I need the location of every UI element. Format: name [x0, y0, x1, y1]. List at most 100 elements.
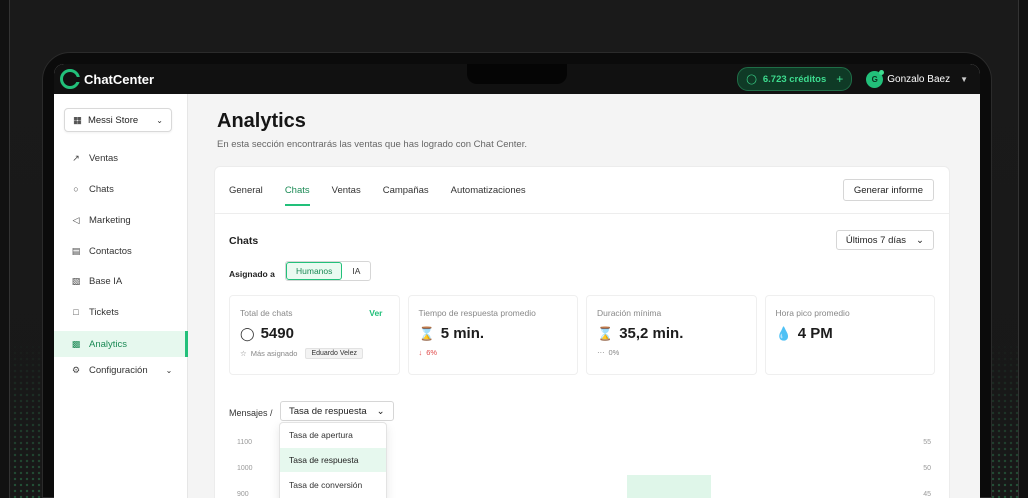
tabs-divider	[215, 213, 949, 214]
chatcenter-logo-icon	[60, 69, 80, 89]
chevron-down-icon: ⌄	[165, 365, 173, 375]
date-range-select[interactable]: Últimos 7 días ⌄	[835, 230, 934, 250]
store-name: Messi Store	[87, 114, 139, 126]
kpi-label: Duración mínima	[597, 308, 662, 318]
tab-chats[interactable]: Chats	[284, 185, 310, 206]
brand-name: ChatCenter	[84, 71, 155, 87]
metric-select-value: Tasa de respuesta	[289, 405, 367, 417]
hourglass-icon: ⌛	[418, 325, 435, 341]
assigned-label: Asignado a	[229, 269, 275, 279]
kpi-label: Tiempo de respuesta promedio	[418, 308, 536, 318]
avatar: G	[866, 69, 885, 88]
page-title: Analytics	[217, 110, 306, 132]
store-icon: ▦	[73, 114, 82, 126]
chevron-down-icon: ⌄	[916, 234, 924, 246]
metric-dropdown: Tasa de apertura Tasa de respuesta Tasa …	[279, 422, 387, 498]
kpi-foot: ☆ Más asignado Eduardo Velez	[240, 348, 389, 359]
sidebar-item-ventas[interactable]: ↗ Ventas	[54, 145, 188, 171]
y-tick-right: 45	[923, 491, 931, 498]
store-selector[interactable]: ▦ Messi Store ⌄	[64, 108, 172, 132]
frame-edge-right	[1018, 0, 1028, 498]
kpi-total-chats: Total de chats Ver ◯ 5490 ☆ Más asignado…	[229, 295, 400, 375]
analytics-card: General Chats Ventas Campañas Automatiza…	[214, 166, 950, 498]
sidebar-item-contactos[interactable]: ▤ Contactos	[54, 238, 188, 264]
dropdown-option-apertura[interactable]: Tasa de apertura	[280, 423, 386, 447]
kpi-min-duration: Duración mínima ⌛ 35,2 min. ⋯ 0%	[586, 295, 757, 375]
kpi-peak-hour: Hora pico promedio 💧 4 PM	[764, 295, 935, 375]
camera-notch	[467, 64, 567, 84]
kpi-foot-label: Más asignado	[250, 349, 298, 358]
sidebar-item-label: Ventas	[89, 152, 119, 164]
tab-campanas[interactable]: Campañas	[383, 185, 429, 206]
ticket-icon: □	[73, 307, 79, 317]
y-tick-left: 900	[237, 491, 249, 498]
bar-chart-icon: ▩	[71, 338, 81, 349]
sidebar-item-chats[interactable]: ○ Chats	[54, 176, 188, 202]
dash-icon: ⋯	[597, 348, 605, 357]
sidebar: ▦ Messi Store ⌄ ↗ Ventas ○ Chats ◁ Marke…	[54, 94, 188, 498]
kpi-value-row: ⌛ 5 min.	[419, 325, 568, 342]
sidebar-item-label: Chats	[89, 183, 114, 195]
tab-bar: General Chats Ventas Campañas Automatiza…	[229, 185, 526, 206]
book-icon: ▧	[71, 275, 81, 286]
kpi-label: Hora pico promedio	[775, 308, 850, 318]
top-bar-right: ◯ 6.723 créditos + G Gonzalo Baez ▼	[737, 67, 968, 91]
user-menu[interactable]: G Gonzalo Baez ▼	[866, 69, 968, 88]
dropdown-option-conversion[interactable]: Tasa de conversión	[280, 473, 386, 497]
chat-icon: ○	[73, 184, 79, 194]
section-title: Chats	[229, 235, 259, 247]
sidebar-item-label: Tickets	[89, 306, 119, 318]
kpi-value: 5 min.	[440, 325, 485, 342]
gear-icon: ⚙	[71, 364, 81, 375]
sidebar-item-base-ia[interactable]: ▧ Base IA	[54, 268, 188, 294]
kpi-foot: ↓ 6%	[419, 348, 568, 357]
kpi-value-row: ◯ 5490	[240, 325, 389, 342]
chevron-down-icon: ⌄	[376, 405, 385, 417]
kpi-label: Total de chats	[240, 308, 293, 318]
chat-bubble-icon: ◯	[746, 73, 757, 85]
tab-automatizaciones[interactable]: Automatizaciones	[451, 185, 526, 206]
y-tick-left: 1100	[237, 439, 253, 446]
sidebar-item-label: Configuración	[89, 364, 148, 376]
kpi-foot-label: 0%	[608, 348, 620, 357]
date-range-value: Últimos 7 días	[845, 234, 907, 246]
dropdown-option-respuesta[interactable]: Tasa de respuesta	[280, 448, 386, 472]
trophy-icon: ☆	[240, 349, 247, 358]
generate-report-button[interactable]: Generar informe	[842, 179, 934, 201]
assigned-option-ia[interactable]: IA	[342, 262, 370, 280]
arrow-down-icon: ↓	[418, 348, 423, 357]
credits-label: 6.723 créditos	[762, 73, 827, 85]
messages-label: Mensajes /	[229, 408, 273, 418]
top-agent-tag: Eduardo Velez	[305, 348, 363, 359]
tab-ventas[interactable]: Ventas	[332, 185, 361, 206]
kpi-view-link[interactable]: Ver	[369, 308, 382, 318]
credits-button[interactable]: ◯ 6.723 créditos +	[737, 67, 853, 91]
kpi-value-row: ⌛ 35,2 min.	[597, 325, 746, 342]
plus-icon: +	[836, 72, 844, 86]
contact-card-icon: ▤	[71, 245, 81, 256]
brand[interactable]: ChatCenter	[60, 69, 154, 89]
y-tick-right: 50	[923, 465, 931, 472]
hourglass-icon: ⌛	[597, 325, 614, 341]
flame-icon: 💧	[775, 325, 792, 341]
frame-edge-left	[0, 0, 10, 498]
sidebar-item-configuracion[interactable]: ⚙ Configuración ⌄	[54, 357, 188, 383]
sidebar-item-analytics[interactable]: ▩ Analytics	[54, 331, 188, 357]
kpi-foot-label: 6%	[426, 348, 438, 357]
kpi-value-row: 💧 4 PM	[776, 325, 925, 342]
megaphone-icon: ◁	[72, 214, 80, 225]
sidebar-item-tickets[interactable]: □ Tickets	[54, 299, 188, 325]
sidebar-item-label: Base IA	[89, 275, 123, 287]
assigned-option-humanos[interactable]: Humanos	[286, 262, 343, 280]
metric-select[interactable]: Tasa de respuesta ⌄	[280, 401, 394, 421]
kpi-foot: ⋯ 0%	[597, 348, 746, 357]
sidebar-item-label: Contactos	[89, 245, 132, 257]
sidebar-item-marketing[interactable]: ◁ Marketing	[54, 207, 188, 233]
tab-general[interactable]: General	[229, 185, 263, 206]
kpi-value: 4 PM	[797, 325, 833, 342]
user-name: Gonzalo Baez	[887, 73, 951, 85]
kpi-value: 5490	[260, 325, 294, 342]
page-subtitle: En esta sección encontrarás las ventas q…	[217, 139, 527, 150]
chevron-down-icon: ▼	[960, 74, 968, 84]
sidebar-item-label: Marketing	[89, 214, 131, 226]
